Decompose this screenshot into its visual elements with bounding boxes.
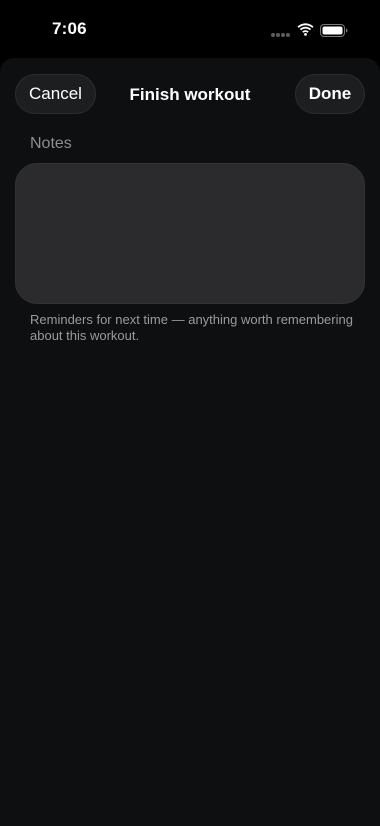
signal-dots-icon: [271, 33, 291, 37]
done-button[interactable]: Done: [295, 74, 365, 114]
cancel-button[interactable]: Cancel: [15, 74, 96, 114]
sheet-title: Finish workout: [129, 85, 251, 104]
notes-helper-text: Reminders for next time — anything worth…: [30, 312, 353, 343]
wifi-icon: [297, 23, 314, 36]
notes-section-label: Notes: [30, 135, 72, 152]
notes-field[interactable]: [15, 163, 365, 304]
screen: 7:06 Cancel Finish workout Done Notes Re…: [0, 0, 380, 826]
status-time: 7:06: [52, 19, 87, 38]
finish-workout-sheet: Cancel Finish workout Done Notes Reminde…: [0, 58, 380, 826]
battery-icon: [320, 24, 348, 37]
status-bar: 7:06: [0, 0, 380, 58]
